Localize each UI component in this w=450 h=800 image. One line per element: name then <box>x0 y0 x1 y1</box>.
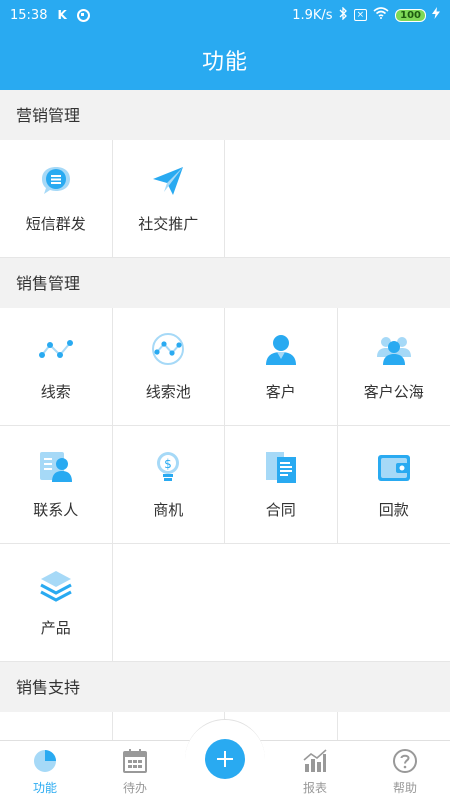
social-promotion-label: 社交推广 <box>138 215 199 233</box>
svg-text:$: $ <box>164 457 172 471</box>
k-icon: K <box>57 8 67 22</box>
charging-icon <box>432 7 440 23</box>
section-title-sales-support: 销售支持 <box>0 662 450 712</box>
nav-todo-label: 待办 <box>122 780 147 795</box>
battery-icon: 100 <box>395 8 426 22</box>
sms-bubble-icon <box>38 163 74 199</box>
sim-off-icon: × <box>353 9 368 21</box>
opportunities-label: 商机 <box>153 501 184 519</box>
paper-plane-icon <box>150 163 186 199</box>
status-time: 15:38 <box>10 7 48 23</box>
nav-functions-label: 功能 <box>32 780 57 795</box>
page-title: 功能 <box>201 50 248 75</box>
nav-help-label: 帮助 <box>392 780 417 795</box>
nav-help[interactable]: 帮助 <box>360 741 450 800</box>
contacts-label: 联系人 <box>33 501 79 519</box>
app-top-bar: 15:38 K 1.9K/s × 100 功能 <box>0 0 450 90</box>
status-bar: 15:38 K 1.9K/s × 100 <box>0 0 450 30</box>
sms-broadcast-label: 短信群发 <box>25 215 86 233</box>
customer-pool-button[interactable]: 客户公海 <box>337 308 450 426</box>
customers-button[interactable]: 客户 <box>225 308 338 426</box>
sales-grid: 线索 线索池 客户 客户公海 联系人 $ 商机 合同 回款 产品 <box>0 308 450 662</box>
social-promotion-button[interactable]: 社交推广 <box>112 140 225 258</box>
contacts-button[interactable]: 联系人 <box>0 426 113 544</box>
bluetooth-icon <box>339 6 348 23</box>
bottom-nav: 功能 待办 报表 帮助 <box>0 719 450 800</box>
empty-cell <box>225 140 450 258</box>
empty-cell <box>112 544 450 662</box>
net-speed: 1.9K/s <box>292 7 333 23</box>
p-icon <box>76 8 90 22</box>
lightbulb-money-icon: $ <box>150 449 186 485</box>
sms-broadcast-button[interactable]: 短信群发 <box>0 140 113 258</box>
leads-label: 线索 <box>40 383 71 401</box>
marketing-grid: 短信群发 社交推广 <box>0 140 450 258</box>
lead-pool-button[interactable]: 线索池 <box>112 308 225 426</box>
customers-label: 客户 <box>265 383 296 401</box>
nav-add[interactable] <box>180 719 270 800</box>
documents-icon <box>263 449 299 485</box>
customer-group-icon <box>376 331 412 367</box>
function-list[interactable]: 营销管理 短信群发 社交推广 销售管理 线索 线索池 客户 客户公海 联系人 $… <box>0 90 450 740</box>
calendar-icon <box>121 747 149 775</box>
contracts-button[interactable]: 合同 <box>225 426 338 544</box>
nav-reports[interactable]: 报表 <box>270 741 360 800</box>
page-header: 功能 <box>0 30 450 90</box>
wallet-icon <box>376 449 412 485</box>
leads-button[interactable]: 线索 <box>0 308 113 426</box>
payments-button[interactable]: 回款 <box>337 426 450 544</box>
pie-chart-icon <box>31 747 59 775</box>
products-button[interactable]: 产品 <box>0 544 113 662</box>
layers-icon <box>38 567 74 603</box>
section-title-marketing: 营销管理 <box>0 90 450 140</box>
add-button[interactable] <box>205 739 245 779</box>
nav-todo[interactable]: 待办 <box>90 741 180 800</box>
contracts-label: 合同 <box>265 501 296 519</box>
contact-card-icon <box>38 449 74 485</box>
customer-icon <box>263 331 299 367</box>
plus-icon <box>217 751 233 767</box>
section-title-sales: 销售管理 <box>0 258 450 308</box>
help-icon <box>391 747 419 775</box>
lead-pool-label: 线索池 <box>145 383 191 401</box>
opportunities-button[interactable]: $ 商机 <box>112 426 225 544</box>
wifi-icon <box>373 7 389 23</box>
support-item-1[interactable] <box>0 712 113 740</box>
trend-pool-icon <box>150 331 186 367</box>
trend-line-icon <box>38 331 74 367</box>
products-label: 产品 <box>40 619 71 637</box>
support-item-4[interactable] <box>337 712 450 740</box>
customer-pool-label: 客户公海 <box>363 383 424 401</box>
bar-chart-icon <box>301 747 329 775</box>
nav-reports-label: 报表 <box>302 780 327 795</box>
payments-label: 回款 <box>378 501 409 519</box>
nav-functions[interactable]: 功能 <box>0 741 90 800</box>
